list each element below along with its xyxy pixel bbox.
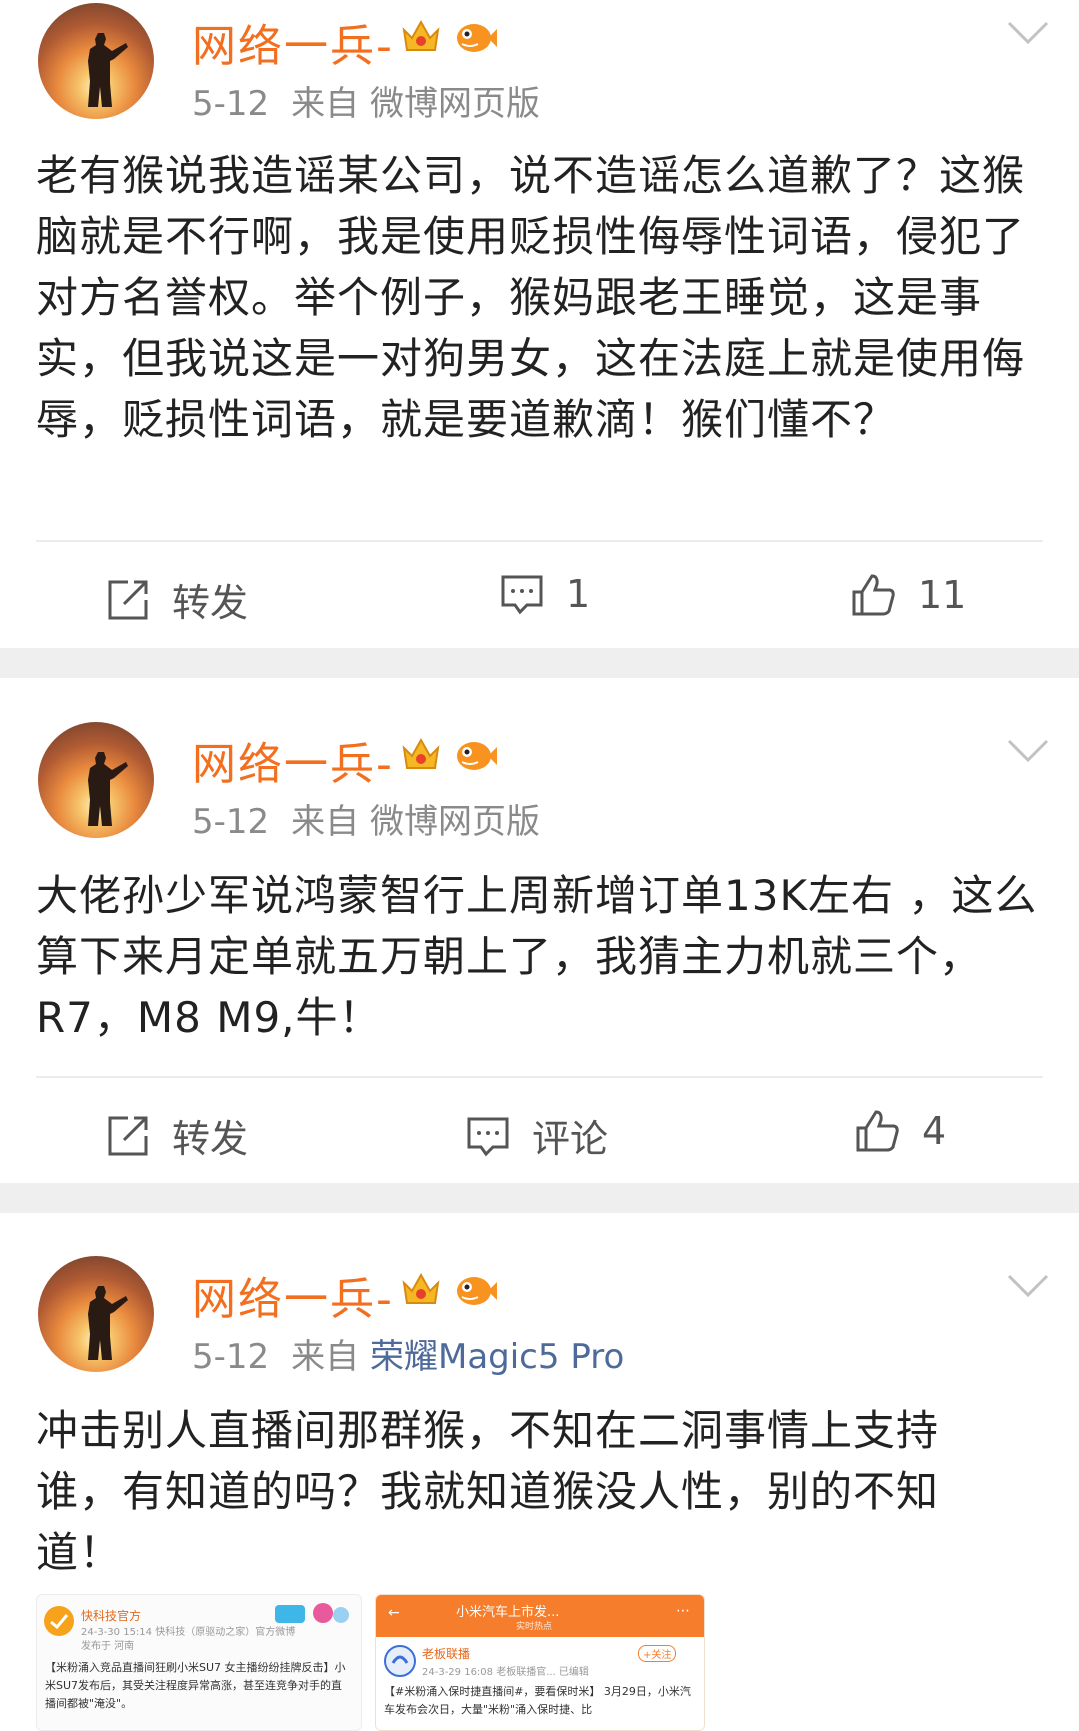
thumb-meta: 24-3-29 16:08 老板联播官... 已编辑 — [422, 1667, 589, 1678]
thumb-account: 快科技官方 — [81, 1609, 142, 1623]
source-client-link[interactable]: 荣耀Magic5 Pro — [370, 1337, 624, 1377]
username[interactable]: 网络一兵- — [192, 728, 394, 792]
post-content: 冲击别人直播间那群猴，不知在二洞事情上支持谁，有知道的吗？我就知道猴没人性，别的… — [36, 1406, 940, 1577]
avatar[interactable] — [38, 722, 154, 838]
thumb-body-area: 老板联播 24-3-29 16:08 老板联播官... 已编辑 +关注 【#米粉… — [376, 1637, 704, 1730]
source-prefix: 来自 — [291, 1337, 360, 1377]
repost-button[interactable]: 转发 — [106, 1108, 248, 1163]
thumb-header-sub: 实时热点 — [516, 1622, 553, 1632]
comment-icon — [467, 1117, 509, 1156]
like-count: 11 — [918, 573, 967, 617]
comment-count: 1 — [566, 572, 591, 616]
vip-crown-icon — [402, 737, 440, 769]
post-content: 老有猴说我造谣某公司，说不造谣怎么道歉了？这猴脑就是不行啊，我是使用贬损性侮辱性… — [36, 151, 1026, 444]
image-thumbnail[interactable]: 快科技官方 24-3-30 15:14 快科技（原驱动之家）官方微博 发布于 河… — [36, 1594, 362, 1731]
fish-badge-icon — [457, 24, 497, 52]
image-thumbnail[interactable]: ← 小米汽车上市发... 实时热点 ⋯ 老板联播 24-3-29 16:08 老… — [375, 1594, 705, 1731]
like-icon — [856, 1110, 899, 1152]
account-logo-icon — [44, 1606, 74, 1636]
like-icon — [852, 574, 895, 616]
fish-badge-icon — [457, 1277, 497, 1305]
like-button[interactable]: 4 — [854, 1108, 946, 1154]
divider — [36, 1076, 1043, 1078]
post-content: 大佬孙少军说鸿蒙智行上周新增订单13K左右 ，这么算下来月定单就五万朝上了，我猜… — [36, 871, 1038, 1042]
post-meta: 5-12 来自 微博网页版 — [192, 76, 540, 125]
back-arrow-icon: ← — [388, 1605, 400, 1621]
thumb-account: 老板联播 — [422, 1647, 471, 1661]
username[interactable]: 网络一兵- — [192, 10, 394, 74]
follow-button[interactable]: +关注 — [638, 1645, 677, 1662]
more-icon: ⋯ — [676, 1603, 690, 1619]
thumb-body: 【米粉涌入竞品直播间狂刷小米SU7 女主播纷纷挂牌反击】小米SU7发布后，其受关… — [45, 1661, 346, 1710]
comment-icon — [501, 575, 543, 615]
repost-icon — [108, 1116, 148, 1155]
thumb-meta2: 发布于 河南 — [81, 1641, 135, 1652]
feed-separator — [0, 1183, 1079, 1213]
feed-separator — [0, 648, 1079, 678]
vip-crown-icon — [402, 19, 440, 51]
repost-icon — [108, 580, 148, 619]
fish-badge-icon — [457, 742, 497, 770]
chevron-down-icon[interactable] — [1006, 1273, 1050, 1299]
like-button[interactable]: 11 — [850, 572, 966, 618]
thumb-header: 小米汽车上市发... — [456, 1605, 560, 1620]
divider — [36, 540, 1043, 542]
repost-label: 转发 — [172, 581, 249, 625]
source-prefix: 来自 — [291, 84, 360, 124]
username[interactable]: 网络一兵- — [192, 1263, 394, 1327]
repost-button[interactable]: 转发 — [106, 572, 248, 627]
chevron-down-icon[interactable] — [1006, 738, 1050, 764]
source-prefix: 来自 — [291, 802, 360, 842]
chevron-down-icon[interactable] — [1006, 20, 1050, 46]
post-meta: 5-12 来自 微博网页版 — [192, 794, 540, 843]
avatar[interactable] — [38, 1256, 154, 1372]
vip-crown-icon — [402, 1272, 440, 1304]
source-client: 微博网页版 — [369, 84, 540, 124]
thumb-body: 【#米粉涌入保时捷直播间#，要看保时米】 3月29日，小米汽车发布会次日，大量"… — [384, 1685, 691, 1716]
like-count: 4 — [922, 1109, 947, 1153]
post-date: 5-12 — [192, 1337, 270, 1377]
post-1: 网络一兵- 5-12 来自 微博网页版 老有猴说我造谣某公司，说不造谣怎么道歉了？… — [0, 0, 1079, 648]
account-logo-icon — [384, 1645, 416, 1677]
thumb-header-bar: ← 小米汽车上市发... 实时热点 ⋯ — [376, 1595, 704, 1637]
post-date: 5-12 — [192, 84, 270, 124]
source-client: 微博网页版 — [369, 802, 540, 842]
post-date: 5-12 — [192, 802, 270, 842]
avatar[interactable] — [38, 3, 154, 119]
comment-label: 评论 — [532, 1117, 609, 1161]
comment-button[interactable]: 评论 — [466, 1108, 608, 1163]
repost-label: 转发 — [172, 1117, 249, 1161]
comment-button[interactable]: 1 — [500, 572, 590, 616]
sticker-icon — [275, 1603, 349, 1623]
thumb-meta: 24-3-30 15:14 快科技（原驱动之家）官方微博 — [81, 1627, 296, 1638]
post-meta: 5-12 来自 荣耀Magic5 Pro — [192, 1329, 624, 1378]
post-2: 网络一兵- 5-12 来自 微博网页版 大佬孙少军说鸿蒙智行上周新增订单13K左右… — [0, 678, 1079, 1183]
